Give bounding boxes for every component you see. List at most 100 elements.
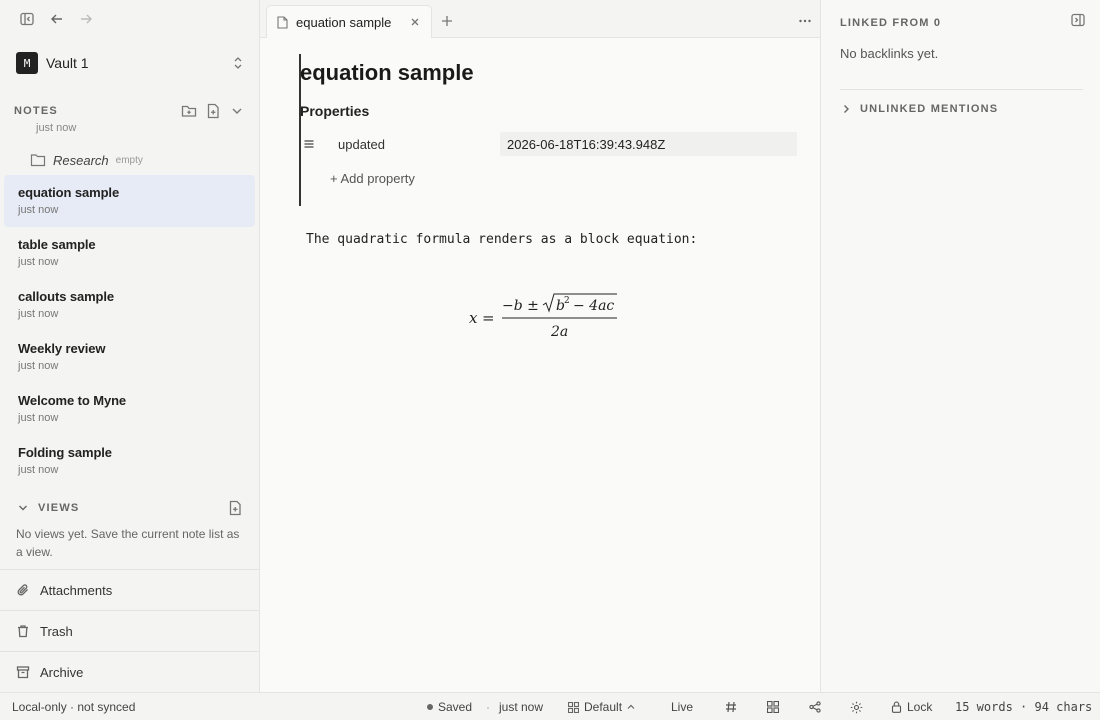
- folder-research[interactable]: Research empty: [30, 150, 143, 170]
- chevron-up-down-icon: [232, 56, 244, 70]
- add-property-button[interactable]: + Add property: [330, 171, 415, 186]
- layout-selector[interactable]: Default: [568, 693, 635, 720]
- property-key[interactable]: updated: [338, 137, 500, 152]
- notes-list: just now Research empty equation sample …: [0, 122, 259, 492]
- tab-equation-sample[interactable]: equation sample: [266, 5, 432, 38]
- radicand-exponent: 2: [564, 296, 570, 306]
- tab-bar: equation sample: [260, 0, 820, 38]
- unlinked-mentions-label: UNLINKED MENTIONS: [860, 103, 999, 115]
- chevron-up-icon: [627, 703, 635, 711]
- add-view-icon[interactable]: [226, 499, 244, 517]
- status-bar: Local-only · not synced Saved · just now…: [0, 692, 1100, 720]
- document-paragraph[interactable]: The quadratic formula renders as a block…: [306, 232, 697, 247]
- notes-section-label: NOTES: [14, 105, 58, 117]
- vault-name: Vault 1: [46, 55, 89, 71]
- note-title: Weekly review: [18, 341, 106, 356]
- vault-avatar: M: [16, 52, 38, 74]
- linked-from-label: LINKED FROM 0: [840, 17, 942, 29]
- unlinked-mentions-toggle[interactable]: UNLINKED MENTIONS: [840, 103, 998, 115]
- equation-equals: =: [482, 309, 495, 327]
- layout-label: Default: [584, 700, 623, 714]
- close-icon[interactable]: [409, 16, 421, 28]
- trash-link[interactable]: Trash: [0, 610, 259, 651]
- lock-button[interactable]: Lock: [891, 693, 932, 720]
- backlinks-panel: LINKED FROM 0 No backlinks yet. UNLINKED…: [820, 0, 1100, 692]
- saved-time: just now: [499, 700, 544, 714]
- note-meta: just now: [18, 360, 59, 372]
- note-meta: just now: [18, 204, 59, 216]
- equation-numerator-prefix: −b ±: [502, 298, 539, 314]
- notes-header: NOTES: [0, 98, 259, 124]
- drag-handle-icon[interactable]: [300, 140, 318, 148]
- views-header[interactable]: VIEWS: [0, 497, 259, 519]
- new-folder-icon[interactable]: [180, 102, 198, 120]
- attachments-link[interactable]: Attachments: [0, 569, 259, 610]
- tab-label: equation sample: [296, 14, 392, 30]
- properties-heading: Properties: [300, 103, 370, 119]
- document-icon: [277, 15, 288, 29]
- document-title[interactable]: equation sample: [300, 60, 474, 86]
- paperclip-icon: [16, 583, 30, 597]
- lock-label: Lock: [907, 700, 933, 714]
- equation-denominator: 2a: [550, 324, 568, 340]
- block-equation[interactable]: x = −b ± b 2 − 4ac 2a: [260, 290, 834, 350]
- back-arrow-icon[interactable]: [47, 9, 67, 29]
- chevron-right-icon: [840, 103, 852, 115]
- note-title: Folding sample: [18, 445, 112, 460]
- trash-icon: [16, 624, 30, 638]
- property-value-input[interactable]: [500, 132, 797, 156]
- note-title: table sample: [18, 237, 96, 252]
- saved-label: Saved: [438, 700, 473, 714]
- grid-layout-icon: [568, 701, 579, 713]
- sidebar: M Vault 1 NOTES just now Research empty …: [0, 0, 260, 692]
- editor-pane: equation sample equation sample Properti…: [260, 0, 820, 692]
- sync-status: Local-only · not synced: [12, 700, 136, 714]
- new-tab-plus-icon[interactable]: [438, 12, 456, 30]
- more-options-icon[interactable]: [796, 12, 814, 30]
- note-title: equation sample: [18, 185, 120, 200]
- note-item-equation-sample[interactable]: equation sample just now: [4, 175, 255, 227]
- quadratic-formula: x = −b ± b 2 − 4ac 2a: [469, 293, 617, 340]
- lock-icon: [891, 701, 902, 713]
- property-row-updated: updated: [300, 132, 797, 156]
- views-empty-message: No views yet. Save the current note list…: [16, 527, 240, 559]
- word-char-count: 15 words · 94 chars: [955, 700, 1093, 714]
- new-note-icon[interactable]: [204, 102, 222, 120]
- note-item-table-sample[interactable]: table sample just now: [4, 227, 255, 279]
- note-item-weekly-review[interactable]: Weekly review just now: [4, 331, 255, 383]
- note-title: Welcome to Myne: [18, 393, 127, 408]
- hashtag-icon[interactable]: [724, 693, 738, 720]
- folder-icon: [30, 153, 46, 167]
- radicand-rest: − 4ac: [573, 298, 614, 314]
- document-body: equation sample Properties updated + Add…: [260, 38, 820, 692]
- sidebar-toggle-icon[interactable]: [17, 9, 37, 29]
- note-item-welcome-to-myne[interactable]: Welcome to Myne just now: [4, 383, 255, 435]
- mode-toggle[interactable]: Live: [671, 693, 693, 720]
- save-status: Saved: [427, 693, 472, 720]
- chevron-down-icon[interactable]: [228, 102, 246, 120]
- panel-toggle-icon[interactable]: [1069, 11, 1087, 29]
- note-item-callouts-sample[interactable]: callouts sample just now: [4, 279, 255, 331]
- vault-switcher[interactable]: M Vault 1: [8, 48, 252, 78]
- equation-lhs: x: [469, 309, 478, 327]
- note-title: callouts sample: [18, 289, 115, 304]
- folder-status: empty: [115, 154, 143, 166]
- views-section-label: VIEWS: [38, 502, 80, 514]
- no-backlinks-message: No backlinks yet.: [840, 46, 939, 61]
- trash-label: Trash: [40, 623, 73, 639]
- blocks-icon[interactable]: [766, 693, 780, 720]
- panel-divider: [840, 89, 1083, 90]
- gear-icon[interactable]: [849, 693, 863, 720]
- note-meta: just now: [18, 412, 59, 424]
- chevron-down-icon[interactable]: [16, 501, 30, 515]
- saved-dot-icon: [427, 704, 433, 710]
- attachments-label: Attachments: [40, 582, 113, 598]
- note-meta: just now: [18, 256, 59, 268]
- note-meta-partial: just now: [36, 122, 77, 134]
- archive-link[interactable]: Archive: [0, 651, 259, 692]
- status-separator: ·: [486, 700, 490, 714]
- note-item-folding-sample[interactable]: Folding sample just now: [4, 435, 255, 487]
- note-meta: just now: [18, 464, 59, 476]
- forward-arrow-icon[interactable]: [76, 9, 96, 29]
- share-graph-icon[interactable]: [808, 693, 822, 720]
